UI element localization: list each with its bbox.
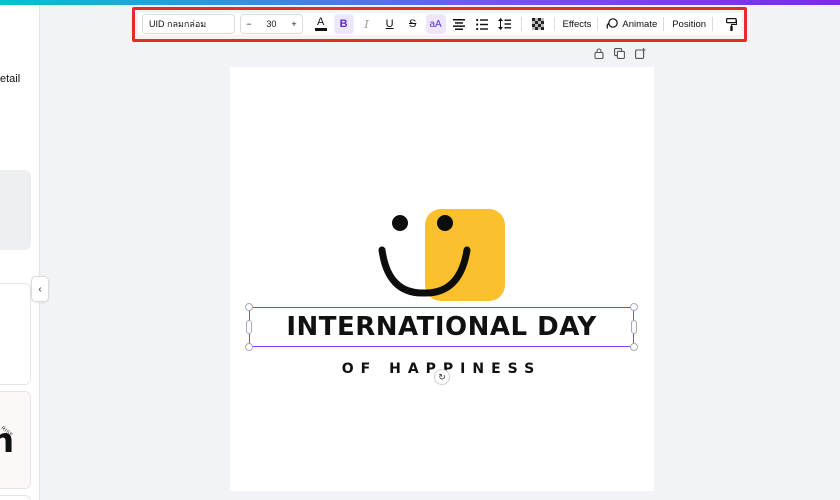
transparency-icon bbox=[531, 18, 544, 30]
template-card[interactable] bbox=[0, 495, 31, 500]
strikethrough-button[interactable]: S bbox=[403, 14, 423, 34]
bullet-list-button[interactable] bbox=[472, 14, 492, 34]
text-color-icon: A bbox=[314, 16, 327, 31]
duplicate-page-icon[interactable] bbox=[614, 48, 625, 62]
animate-button[interactable]: Animate bbox=[606, 14, 657, 34]
top-accent-bar bbox=[0, 0, 840, 5]
animate-label: Animate bbox=[622, 18, 658, 30]
rotate-handle[interactable]: ↻ bbox=[434, 369, 450, 385]
side-panel: etail RISE n bbox=[0, 5, 40, 500]
add-page-icon[interactable] bbox=[635, 48, 646, 62]
side-panel-text: etail bbox=[0, 73, 21, 85]
bullet-list-icon bbox=[475, 18, 488, 30]
template-card-letter: n bbox=[0, 421, 14, 461]
toolbar-divider bbox=[712, 17, 713, 31]
smiley-logo-graphic[interactable] bbox=[374, 208, 508, 302]
side-panel-placeholder[interactable] bbox=[0, 170, 31, 250]
italic-button[interactable]: I bbox=[357, 14, 377, 34]
animate-icon bbox=[607, 18, 619, 29]
position-button[interactable]: Position bbox=[672, 14, 706, 34]
text-toolbar: UID กลมกล่อม − 30 + A B I U S aA Effects… bbox=[138, 13, 741, 35]
line-spacing-button[interactable] bbox=[495, 14, 515, 34]
increase-font-size-button[interactable]: + bbox=[291, 19, 296, 29]
effects-button[interactable]: Effects bbox=[563, 14, 592, 34]
logo-eye-right bbox=[437, 215, 453, 231]
font-family-select[interactable]: UID กลมกล่อม bbox=[142, 14, 236, 34]
toolbar-divider bbox=[663, 17, 665, 31]
font-size-value[interactable]: 30 bbox=[266, 19, 276, 29]
paint-roller-icon bbox=[725, 17, 737, 31]
copy-style-button[interactable] bbox=[721, 14, 741, 34]
align-center-button[interactable] bbox=[449, 14, 469, 34]
letter-case-button[interactable]: aA bbox=[425, 14, 446, 34]
chevron-left-icon: ‹ bbox=[38, 283, 42, 295]
decrease-font-size-button[interactable]: − bbox=[246, 19, 251, 29]
font-size-stepper[interactable]: − 30 + bbox=[240, 14, 303, 34]
headline-text[interactable]: INTERNATIONAL DAY bbox=[249, 307, 634, 347]
toolbar-divider bbox=[553, 17, 555, 31]
collapse-panel-button[interactable]: ‹ bbox=[31, 276, 49, 302]
line-spacing-icon bbox=[498, 18, 512, 30]
bold-button[interactable]: B bbox=[333, 14, 354, 34]
page-actions bbox=[594, 48, 646, 62]
text-color-button[interactable]: A bbox=[311, 14, 331, 34]
underline-button[interactable]: U bbox=[380, 14, 400, 34]
template-card[interactable] bbox=[0, 283, 31, 385]
lock-icon[interactable] bbox=[594, 48, 604, 62]
logo-eye-left bbox=[392, 215, 408, 231]
toolbar-divider bbox=[520, 17, 522, 31]
rotate-icon: ↻ bbox=[438, 371, 446, 382]
align-center-icon bbox=[452, 18, 465, 30]
toolbar-divider bbox=[597, 17, 599, 31]
transparency-button[interactable] bbox=[528, 14, 548, 34]
